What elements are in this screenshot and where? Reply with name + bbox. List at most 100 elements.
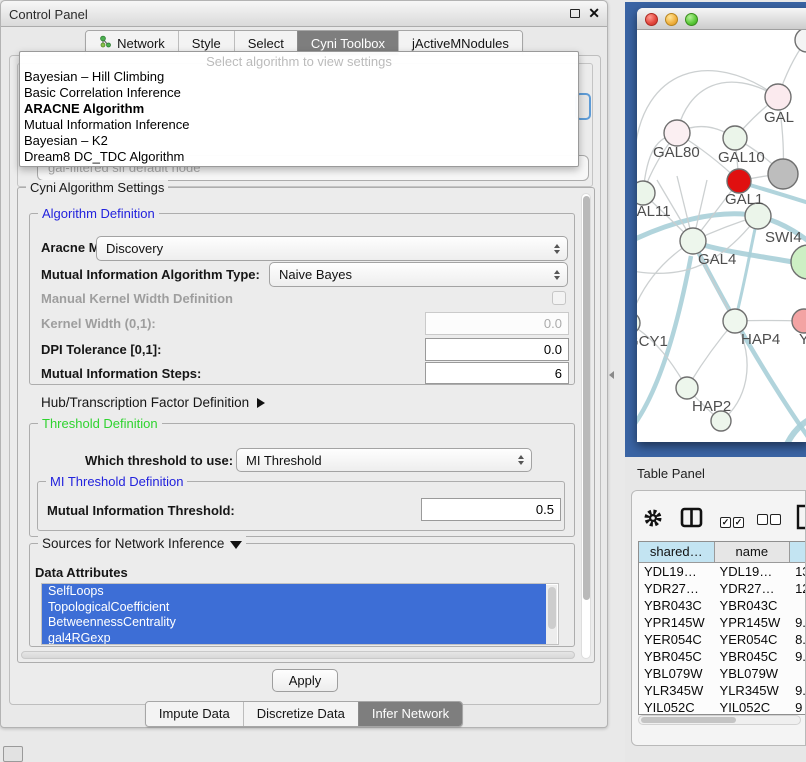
table-cell: 13 — [790, 563, 806, 580]
table-row[interactable]: YPR145WYPR145W9. — [639, 614, 806, 631]
new-document-icon[interactable] — [795, 504, 806, 530]
control-panel-titlebar: Control Panel ✕ — [1, 1, 607, 27]
column-header[interactable]: name — [715, 542, 791, 563]
node-GAL80-label: GAL80 — [653, 144, 700, 161]
algorithm-option[interactable]: Mutual Information Inference — [20, 117, 578, 133]
table-cell: YDL19… — [715, 563, 791, 580]
attribute-item[interactable]: gal4RGexp — [42, 631, 546, 646]
table-cell: 9. — [790, 614, 806, 631]
sources-group-title[interactable]: Sources for Network Inference — [38, 536, 246, 551]
tab-label: Impute Data — [159, 706, 230, 721]
settings-gear-icon[interactable] — [642, 507, 664, 529]
algorithm-option[interactable]: Dream8 DC_TDC Algorithm — [20, 149, 578, 165]
table-cell: YDR27… — [639, 580, 715, 597]
table-toolbar: ✓✓ — [632, 491, 805, 541]
attribute-item[interactable]: BetweennessCentrality — [42, 615, 546, 631]
attributes-scrollbar[interactable] — [546, 585, 557, 645]
mi-steps-field[interactable] — [425, 362, 569, 384]
float-window-icon[interactable] — [570, 9, 580, 18]
node-gal-partial[interactable] — [765, 84, 791, 110]
table-cell: 12 — [790, 580, 806, 597]
node-HAP2[interactable] — [676, 377, 698, 399]
tab-impute-data[interactable]: Impute Data — [146, 702, 243, 726]
scrollbar-thumb[interactable] — [548, 587, 556, 629]
algorithm-option[interactable]: Bayesian – Hill Climbing — [20, 69, 578, 85]
node-attribute-table[interactable]: shared…name YDL19…YDL19…13YDR27…YDR27…12… — [638, 541, 806, 715]
table-horizontal-scrollbar[interactable] — [638, 715, 801, 725]
table-row[interactable]: YBR045CYBR045C9. — [639, 648, 806, 665]
minimized-panel-icon[interactable] — [3, 746, 23, 762]
node-big-green[interactable] — [791, 245, 806, 279]
table-row[interactable]: YDR27…YDR27…12 — [639, 580, 806, 597]
node-GCY1-label: GCY1 — [637, 333, 668, 350]
network-window-titlebar — [637, 8, 806, 30]
network-canvas[interactable]: GALGAL80GAL10GAL1GAL11SWI4GAL4GCY1HAP4YH… — [637, 30, 806, 442]
node-gray[interactable] — [768, 159, 798, 189]
algorithm-option[interactable]: Basic Correlation Inference — [20, 85, 578, 101]
settings-vertical-scrollbar[interactable] — [581, 193, 591, 659]
table-row[interactable]: YBR043CYBR043C — [639, 597, 806, 614]
node-GAL1[interactable] — [727, 169, 751, 193]
minimize-traffic-light-icon[interactable] — [665, 13, 678, 26]
close-traffic-light-icon[interactable] — [645, 13, 658, 26]
tab-infer-network[interactable]: Infer Network — [358, 702, 462, 726]
mi-threshold-field[interactable] — [421, 498, 561, 521]
settings-group-title: Cyni Algorithm Settings — [26, 180, 168, 195]
scrollbar-thumb[interactable] — [641, 717, 736, 723]
table-cell: 9. — [790, 682, 806, 699]
table-cell: 9 — [790, 699, 806, 714]
aracne-mode-combobox[interactable]: Discovery — [96, 236, 568, 261]
mi-threshold-label: Mutual Information Threshold: — [47, 503, 235, 518]
table-panel-title: Table Panel — [637, 466, 705, 481]
apply-button[interactable]: Apply — [272, 669, 338, 692]
algorithm-definition-title: Algorithm Definition — [38, 206, 159, 221]
table-cell: YBR043C — [715, 597, 791, 614]
node-HAP4[interactable] — [723, 309, 747, 333]
zoom-traffic-light-icon[interactable] — [685, 13, 698, 26]
table-row[interactable]: YBL079WYBL079W — [639, 665, 806, 682]
node-top-partial[interactable] — [795, 30, 806, 52]
close-icon[interactable]: ✕ — [588, 5, 600, 22]
manual-kernel-checkbox[interactable] — [552, 291, 566, 305]
select-all-checkboxes-icon[interactable]: ✓✓ — [720, 512, 746, 530]
node-salmon[interactable] — [792, 309, 806, 333]
network-view-window[interactable]: GALGAL80GAL10GAL1GAL11SWI4GAL4GCY1HAP4YH… — [637, 8, 806, 442]
panel-divider-arrow[interactable] — [609, 371, 614, 379]
attribute-item[interactable]: TopologicalCoefficient — [42, 600, 546, 616]
tab-discretize-data[interactable]: Discretize Data — [243, 702, 358, 726]
data-attributes-list[interactable]: SelfLoopsTopologicalCoefficientBetweenne… — [41, 583, 559, 645]
scrollbar-thumb[interactable] — [583, 196, 590, 600]
kernel-width-field[interactable] — [425, 312, 569, 335]
network-graph[interactable]: GALGAL80GAL10GAL1GAL11SWI4GAL4GCY1HAP4YH… — [637, 30, 806, 442]
data-attributes-label: Data Attributes — [35, 565, 128, 580]
manual-kernel-label: Manual Kernel Width Definition — [41, 291, 233, 306]
deselect-all-checkboxes-icon[interactable] — [757, 512, 783, 530]
node-GAL10[interactable] — [723, 126, 747, 150]
table-row[interactable]: YIL052CYIL052C9 — [639, 699, 806, 714]
table-cell: YIL052C — [639, 699, 715, 714]
node-GAL10-label: GAL10 — [718, 149, 765, 166]
node-GAL11[interactable] — [637, 181, 655, 205]
hub-factor-expander[interactable]: Hub/Transcription Factor Definition — [41, 395, 265, 410]
attribute-item[interactable]: SelfLoops — [42, 584, 546, 600]
algorithm-option[interactable]: Bayesian – K2 — [20, 133, 578, 149]
expander-arrow-icon — [257, 398, 265, 408]
mi-type-combobox[interactable]: Naive Bayes — [269, 262, 568, 287]
which-threshold-label: Which threshold to use: — [85, 453, 233, 468]
table-row[interactable]: YDL19…YDL19…13 — [639, 563, 806, 580]
which-threshold-combobox[interactable]: MI Threshold — [236, 448, 532, 472]
collapse-arrow-icon — [230, 541, 242, 549]
dpi-tolerance-field[interactable] — [425, 338, 569, 361]
column-header[interactable]: shared… — [639, 542, 715, 563]
node-GAL80[interactable] — [664, 120, 690, 146]
table-row[interactable]: YLR345WYLR345W9. — [639, 682, 806, 699]
tab-label: Network — [117, 36, 165, 51]
combo-arrows-icon — [554, 270, 560, 280]
table-row[interactable]: YER054CYER054C8. — [639, 631, 806, 648]
algorithm-option[interactable]: ARACNE Algorithm — [20, 101, 578, 117]
settings-horizontal-scrollbar[interactable] — [21, 651, 575, 659]
split-columns-icon[interactable] — [680, 507, 704, 529]
kernel-width-label: Kernel Width (0,1): — [41, 316, 156, 331]
column-header[interactable] — [790, 542, 806, 563]
mi-type-label: Mutual Information Algorithm Type: — [41, 267, 260, 282]
